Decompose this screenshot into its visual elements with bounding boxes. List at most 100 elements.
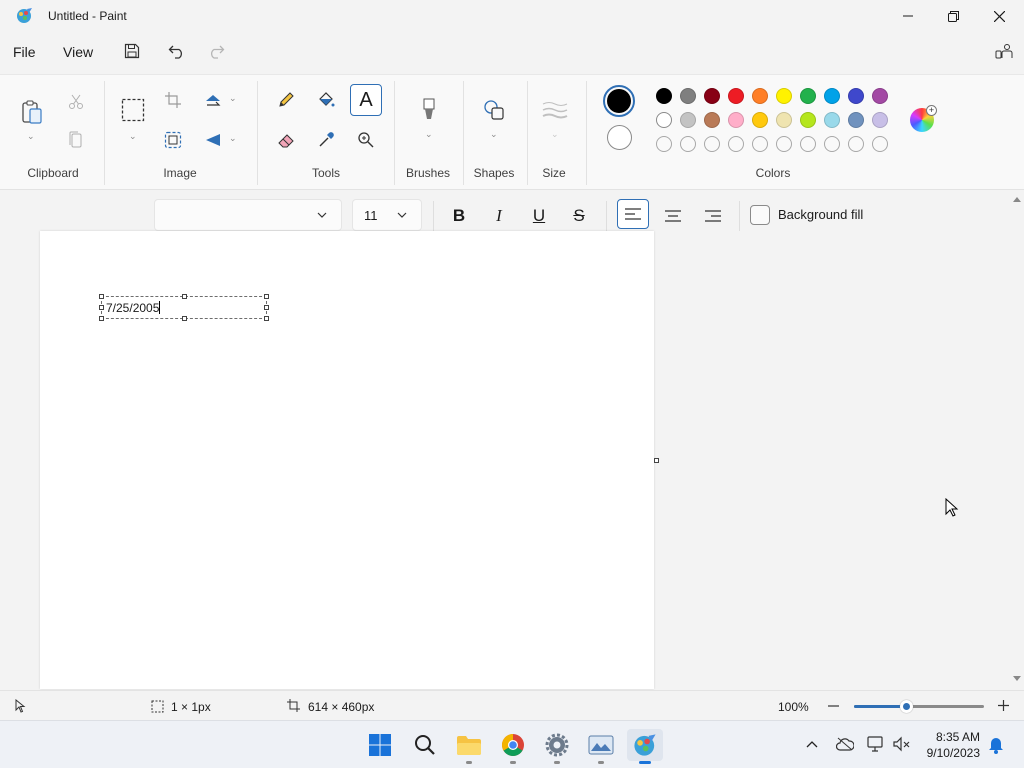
palette-color-swatch[interactable] <box>872 112 888 128</box>
background-fill-checkbox[interactable] <box>750 205 770 225</box>
size-icon[interactable] <box>540 95 570 125</box>
paste-chevron-down-icon[interactable]: ⌄ <box>27 131 35 142</box>
resize-handle[interactable] <box>182 294 187 299</box>
text-tool-button[interactable]: A <box>350 84 382 116</box>
palette-color-swatch[interactable] <box>704 112 720 128</box>
bold-button[interactable]: B <box>443 201 475 231</box>
settings-button[interactable] <box>541 729 573 764</box>
edit-colors-icon[interactable]: + <box>910 105 937 132</box>
color-picker-icon[interactable] <box>311 125 341 155</box>
zoom-in-icon[interactable] <box>998 700 1009 711</box>
custom-color-slot[interactable] <box>704 136 720 152</box>
rotate-chevron-down-icon[interactable]: ⌄ <box>229 93 237 104</box>
custom-color-slot[interactable] <box>872 136 888 152</box>
brushes-chevron-down-icon[interactable]: ⌄ <box>425 129 433 140</box>
flip-chevron-down-icon[interactable]: ⌄ <box>229 133 237 144</box>
select-icon[interactable] <box>118 95 148 125</box>
volume-muted-icon[interactable] <box>893 736 911 752</box>
palette-color-swatch[interactable] <box>776 88 792 104</box>
resize-handle[interactable] <box>99 316 104 321</box>
resize-handle[interactable] <box>99 294 104 299</box>
custom-color-slot[interactable] <box>656 136 672 152</box>
select-chevron-down-icon[interactable]: ⌄ <box>129 131 137 142</box>
underline-button[interactable]: U <box>523 201 555 231</box>
shapes-chevron-down-icon[interactable]: ⌄ <box>490 129 498 140</box>
align-right-button[interactable] <box>697 201 729 231</box>
cut-icon[interactable] <box>61 87 91 117</box>
fill-bucket-icon[interactable] <box>311 85 341 115</box>
file-menu[interactable]: File <box>13 44 36 60</box>
view-menu[interactable]: View <box>63 44 93 60</box>
canvas-resize-handle[interactable] <box>654 458 659 463</box>
italic-button[interactable]: I <box>483 201 515 231</box>
palette-color-swatch[interactable] <box>656 88 672 104</box>
chevron-up-icon[interactable] <box>806 740 818 748</box>
resize-icon[interactable] <box>158 125 188 155</box>
taskbar-clock[interactable]: 8:35 AM 9/10/2023 <box>927 729 980 761</box>
palette-color-swatch[interactable] <box>776 112 792 128</box>
palette-color-swatch[interactable] <box>704 88 720 104</box>
palette-color-swatch[interactable] <box>824 88 840 104</box>
chrome-button[interactable] <box>497 729 529 764</box>
zoom-slider[interactable] <box>854 700 984 713</box>
search-button[interactable] <box>409 729 441 761</box>
vertical-scrollbar[interactable] <box>1010 191 1024 691</box>
palette-color-swatch[interactable] <box>680 88 696 104</box>
start-button[interactable] <box>364 729 396 761</box>
paint-taskbar-button[interactable] <box>627 729 663 764</box>
undo-icon[interactable] <box>166 40 188 62</box>
minimize-button[interactable] <box>885 0 931 32</box>
palette-color-swatch[interactable] <box>848 88 864 104</box>
text-box-content[interactable]: 7/25/2005 <box>106 301 161 315</box>
text-box[interactable]: 7/25/2005 <box>99 294 269 321</box>
resize-handle[interactable] <box>264 316 269 321</box>
magnifier-icon[interactable] <box>351 125 381 155</box>
strikethrough-button[interactable]: S <box>563 201 595 231</box>
share-icon[interactable] <box>993 40 1015 62</box>
pencil-icon[interactable] <box>271 85 301 115</box>
font-family-dropdown[interactable] <box>154 199 342 231</box>
palette-color-swatch[interactable] <box>680 112 696 128</box>
brush-icon[interactable] <box>414 95 444 125</box>
zoom-out-icon[interactable] <box>828 705 839 707</box>
palette-color-swatch[interactable] <box>728 112 744 128</box>
palette-color-swatch[interactable] <box>728 88 744 104</box>
paste-button[interactable] <box>17 95 47 129</box>
restore-button[interactable] <box>930 0 976 32</box>
shapes-icon[interactable] <box>479 95 509 125</box>
custom-color-slot[interactable] <box>848 136 864 152</box>
align-center-button[interactable] <box>657 201 689 231</box>
size-chevron-down-icon[interactable]: ⌄ <box>551 129 559 140</box>
close-button[interactable] <box>976 0 1022 32</box>
save-icon[interactable] <box>121 40 143 62</box>
resize-handle[interactable] <box>182 316 187 321</box>
file-explorer-button[interactable] <box>453 729 485 764</box>
custom-color-slot[interactable] <box>776 136 792 152</box>
palette-color-swatch[interactable] <box>752 88 768 104</box>
resize-handle[interactable] <box>99 305 104 310</box>
custom-color-slot[interactable] <box>728 136 744 152</box>
align-left-button[interactable] <box>617 199 649 229</box>
drawing-canvas[interactable]: 7/25/2005 <box>40 231 654 689</box>
font-size-dropdown[interactable]: 11 <box>352 199 422 231</box>
scroll-up-icon[interactable] <box>1012 195 1022 203</box>
redo-icon[interactable] <box>205 40 227 62</box>
flip-icon[interactable] <box>198 125 228 155</box>
custom-color-slot[interactable] <box>680 136 696 152</box>
palette-color-swatch[interactable] <box>872 88 888 104</box>
custom-color-slot[interactable] <box>752 136 768 152</box>
secondary-color-swatch[interactable] <box>607 125 632 150</box>
network-icon[interactable] <box>867 736 885 752</box>
custom-color-slot[interactable] <box>800 136 816 152</box>
rotate-icon[interactable] <box>198 85 228 115</box>
onedrive-icon[interactable] <box>836 737 854 751</box>
scroll-down-icon[interactable] <box>1012 675 1022 683</box>
primary-color-swatch[interactable] <box>603 85 635 117</box>
palette-color-swatch[interactable] <box>848 112 864 128</box>
palette-color-swatch[interactable] <box>800 88 816 104</box>
crop-icon[interactable] <box>158 85 188 115</box>
palette-color-swatch[interactable] <box>824 112 840 128</box>
copy-icon[interactable] <box>61 125 91 155</box>
custom-color-slot[interactable] <box>824 136 840 152</box>
palette-color-swatch[interactable] <box>800 112 816 128</box>
